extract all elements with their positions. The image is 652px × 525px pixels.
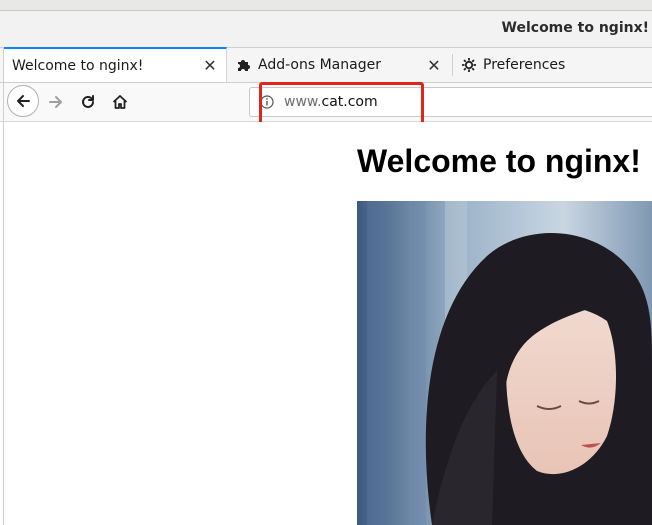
title-bar: Welcome to nginx! [0, 11, 652, 48]
content-image [357, 201, 652, 525]
reload-button[interactable] [74, 88, 102, 116]
reload-icon [82, 95, 94, 108]
top-menu-strip [0, 0, 652, 11]
back-icon [17, 95, 30, 107]
forward-icon [49, 96, 62, 108]
tab-addons-manager[interactable]: Add-ons Manager ✕ [228, 48, 450, 82]
back-button[interactable] [7, 85, 39, 117]
window-title: Welcome to nginx! [501, 20, 649, 36]
forward-button[interactable] [42, 88, 70, 116]
tab-preferences[interactable]: Preferences [453, 48, 652, 82]
tab-label: Welcome to nginx! [12, 57, 144, 74]
tab-welcome[interactable]: Welcome to nginx! ✕ [4, 47, 227, 82]
tab-label: Add-ons Manager [258, 57, 381, 73]
close-icon[interactable]: ✕ [426, 56, 442, 75]
home-icon [112, 95, 128, 109]
tab-bar: Welcome to nginx! ✕ Add-ons Manager ✕ Pr… [0, 47, 652, 83]
gear-icon [461, 57, 477, 73]
home-button[interactable] [106, 88, 134, 116]
close-icon[interactable]: ✕ [202, 56, 218, 75]
page-title: Welcome to nginx! [357, 143, 641, 179]
puzzle-icon [236, 57, 252, 73]
tab-label: Preferences [483, 57, 566, 73]
